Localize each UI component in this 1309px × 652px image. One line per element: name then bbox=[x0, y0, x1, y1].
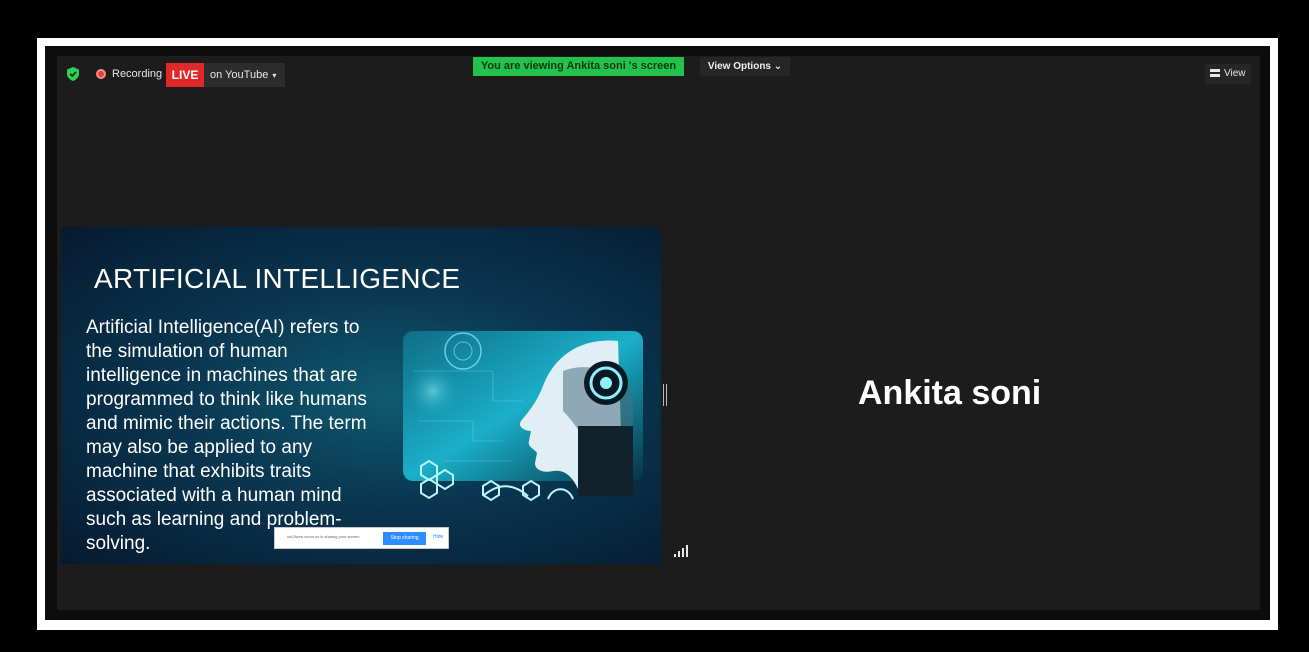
view-options-button[interactable]: View Options ⌄ bbox=[700, 57, 790, 76]
shield-check-icon[interactable] bbox=[67, 67, 79, 81]
chevron-down-icon: ▾ bbox=[272, 71, 277, 80]
youtube-stream-button[interactable]: on YouTube ▾ bbox=[204, 63, 285, 87]
participant-name-tile[interactable]: Ankita soni bbox=[858, 374, 1041, 413]
view-button[interactable]: View bbox=[1205, 64, 1251, 84]
view-label: View bbox=[1224, 68, 1246, 79]
hide-button[interactable]: Hide bbox=[433, 534, 443, 540]
ai-robot-head-image bbox=[403, 331, 643, 502]
live-badge[interactable]: LIVE bbox=[166, 63, 204, 87]
screen-share-notification: us02web.zoom.us is sharing your screen. … bbox=[274, 527, 449, 549]
shared-screen-slide: ARTIFICIAL INTELLIGENCE Artificial Intel… bbox=[61, 227, 661, 564]
recording-label[interactable]: Recording bbox=[112, 68, 162, 80]
connection-signal-icon bbox=[674, 545, 688, 557]
gallery-view-icon bbox=[1210, 69, 1220, 77]
slide-body-text: Artificial Intelligence(AI) refers to th… bbox=[86, 317, 367, 554]
recording-icon bbox=[96, 69, 106, 79]
youtube-label: on YouTube bbox=[210, 69, 269, 81]
split-view-divider[interactable] bbox=[663, 384, 667, 406]
share-notification-text: us02web.zoom.us is sharing your screen. bbox=[287, 534, 361, 539]
slide-title: ARTIFICIAL INTELLIGENCE bbox=[94, 263, 461, 294]
stop-sharing-button[interactable]: Stop sharing bbox=[383, 532, 426, 545]
viewing-screen-banner: You are viewing Ankita soni 's screen bbox=[473, 57, 684, 76]
